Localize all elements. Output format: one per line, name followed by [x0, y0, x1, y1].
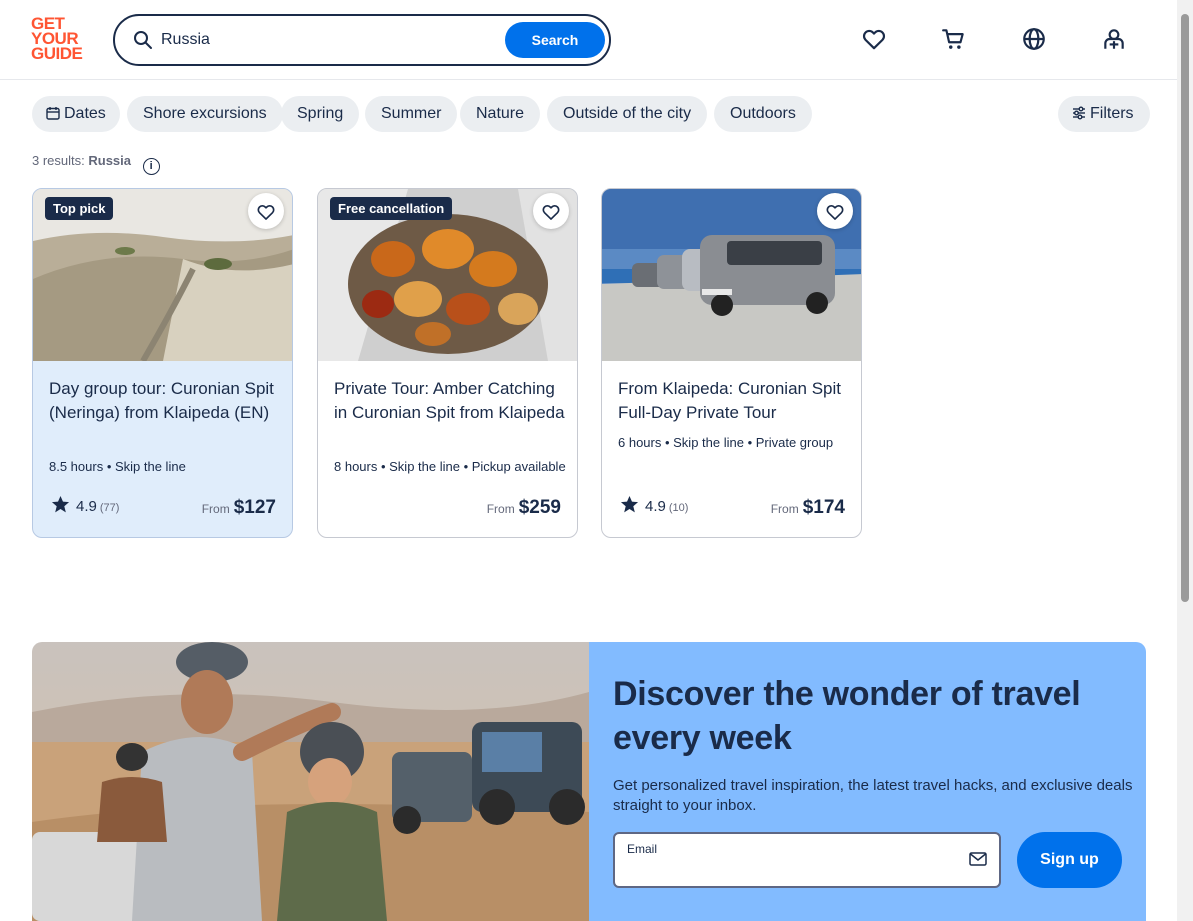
chip-dates[interactable]: Dates	[32, 96, 120, 132]
sign-up-button[interactable]: Sign up	[1017, 832, 1122, 888]
chip-summer[interactable]: Summer	[365, 96, 458, 132]
newsletter-banner: Discover the wonder of travel every week…	[32, 642, 1146, 921]
calendar-icon	[46, 107, 60, 120]
info-icon[interactable]: i	[142, 158, 160, 175]
search-input[interactable]	[161, 26, 501, 54]
chip-outdoors[interactable]: Outdoors	[714, 96, 812, 132]
wishlist-button[interactable]	[248, 193, 284, 229]
profile-icon[interactable]	[1101, 26, 1127, 52]
search-button[interactable]: Search	[505, 22, 605, 58]
activity-title[interactable]: Day group tour: Curonian Spit (Neringa) …	[49, 377, 281, 425]
heart-icon[interactable]	[861, 26, 887, 52]
newsletter-panel: Discover the wonder of travel every week…	[589, 642, 1146, 921]
chip-outside-of-the-city[interactable]: Outside of the city	[547, 96, 708, 132]
activity-meta: 6 hours • Skip the line • Private group	[618, 435, 834, 450]
activity-meta: 8.5 hours • Skip the line	[49, 459, 186, 474]
getyourguide-logo[interactable]: GET YOUR GUIDE	[31, 15, 91, 64]
filters-button[interactable]: Filters	[1058, 96, 1150, 132]
newsletter-body: Get personalized travel inspiration, the…	[613, 777, 1133, 814]
activity-meta: 8 hours • Skip the line • Pickup availab…	[334, 459, 566, 474]
results-summary: 3 results: Russia i	[32, 153, 160, 175]
activity-title[interactable]: From Klaipeda: Curonian Spit Full-Day Pr…	[618, 377, 850, 425]
email-field[interactable]: Email	[613, 832, 1001, 888]
activity-rating: 4.9 (10)	[620, 495, 688, 515]
heart-icon	[542, 205, 560, 220]
email-input[interactable]	[627, 860, 947, 880]
search-icon	[134, 31, 152, 49]
star-icon	[51, 495, 70, 513]
chip-spring[interactable]: Spring	[281, 96, 360, 132]
wishlist-button[interactable]	[817, 193, 853, 229]
activity-card[interactable]: From Klaipeda: Curonian Spit Full-Day Pr…	[601, 188, 862, 538]
top-pick-badge: Top pick	[45, 197, 114, 220]
free-cancellation-badge: Free cancellation	[330, 197, 453, 220]
scrollbar-thumb[interactable]	[1181, 14, 1189, 602]
activity-card[interactable]: Top pick Day group tour: Curonian Spit (…	[32, 188, 293, 538]
heart-icon	[257, 205, 275, 220]
activity-price: From $127	[201, 497, 276, 518]
site-header: GET YOUR GUIDE Search	[0, 0, 1177, 80]
activity-card[interactable]: Free cancellation Private Tour: Amber Ca…	[317, 188, 578, 538]
activity-rating: 4.9 (77)	[51, 495, 119, 515]
email-label: Email	[627, 842, 658, 856]
star-icon	[620, 495, 639, 513]
mail-icon	[969, 852, 987, 866]
activity-price: From $259	[486, 497, 561, 518]
cart-icon[interactable]	[941, 26, 967, 52]
newsletter-headline: Discover the wonder of travel every week	[613, 675, 1081, 757]
activity-price: From $174	[770, 497, 845, 518]
page-scrollbar[interactable]	[1177, 0, 1193, 921]
promo-photo	[32, 642, 589, 921]
search-bar: Search	[113, 14, 611, 66]
heart-icon	[826, 205, 844, 220]
globe-icon[interactable]	[1021, 26, 1047, 52]
chip-shore-excursions[interactable]: Shore excursions	[127, 96, 283, 132]
activity-title[interactable]: Private Tour: Amber Catching in Curonian…	[334, 377, 566, 425]
sliders-icon	[1073, 106, 1085, 120]
wishlist-button[interactable]	[533, 193, 569, 229]
chip-nature[interactable]: Nature	[460, 96, 541, 132]
